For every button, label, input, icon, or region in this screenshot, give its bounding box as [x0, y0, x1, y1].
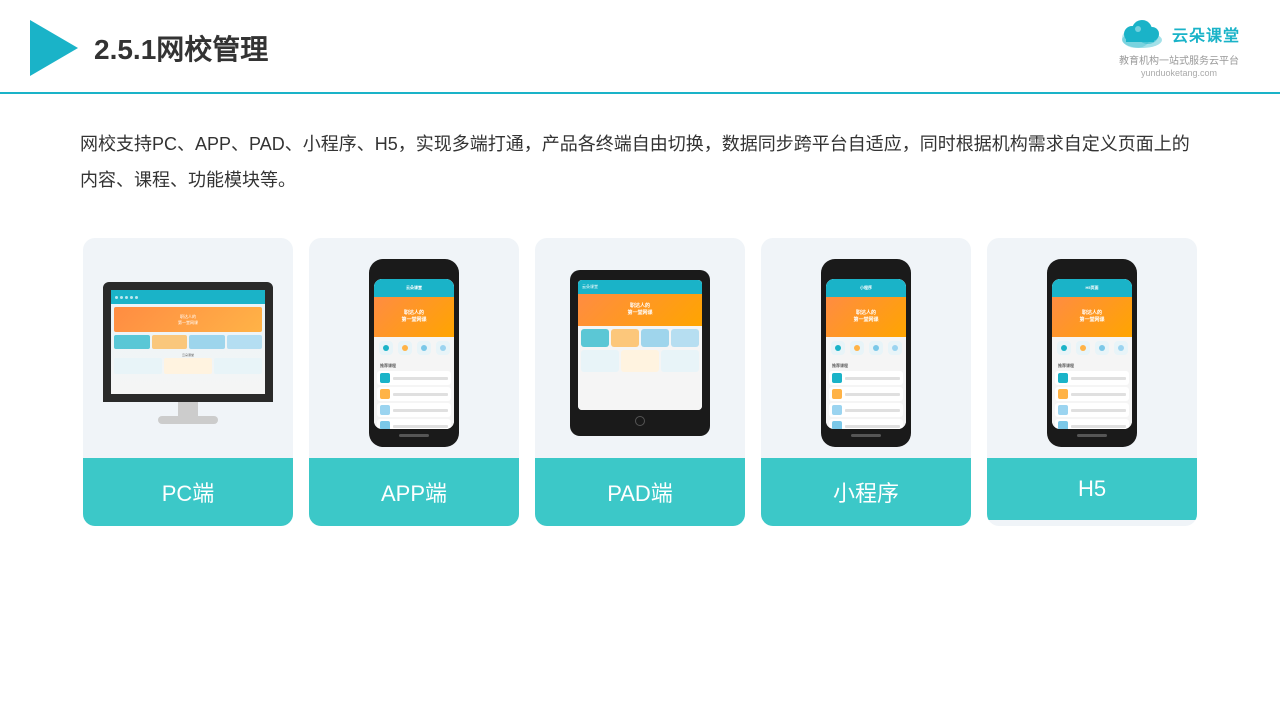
brand-name: 云朵课堂 [1172, 22, 1240, 46]
page-header: 2.5.1网校管理 云朵课堂 教育机构一站式服务云平台 yunduoketang… [0, 0, 1280, 94]
cards-container: 职达人的第一堂网课 云朵课堂 [0, 218, 1280, 556]
page-title: 2.5.1网校管理 [94, 28, 268, 68]
card-h5-label: H5 [987, 458, 1197, 520]
description-text: 网校支持PC、APP、PAD、小程序、H5，实现多端打通，产品各终端自由切换，数… [0, 94, 1280, 218]
card-miniprogram-label: 小程序 [761, 458, 971, 526]
cloud-icon [1118, 18, 1166, 50]
description-paragraph: 网校支持PC、APP、PAD、小程序、H5，实现多端打通，产品各终端自由切换，数… [80, 126, 1200, 198]
phone-mockup-app: 云朵课堂 职达人的第一堂网课 [369, 259, 459, 447]
card-pc: 职达人的第一堂网课 云朵课堂 [83, 238, 293, 526]
pc-monitor-icon: 职达人的第一堂网课 云朵课堂 [103, 282, 273, 424]
phone-mockup-miniprogram: 小程序 职达人的第一堂网课 [821, 259, 911, 447]
card-app: 云朵课堂 职达人的第一堂网课 [309, 238, 519, 526]
header-left: 2.5.1网校管理 [30, 20, 268, 76]
card-h5: H5页面 职达人的第一堂网课 [987, 238, 1197, 526]
card-pad-image: 云朵课堂 职达人的第一堂网课 [535, 238, 745, 458]
card-app-label: APP端 [309, 458, 519, 526]
brand-url: yunduoketang.com [1141, 68, 1217, 78]
card-app-image: 云朵课堂 职达人的第一堂网课 [309, 238, 519, 458]
card-pc-label: PC端 [83, 458, 293, 526]
card-pc-image: 职达人的第一堂网课 云朵课堂 [83, 238, 293, 458]
card-pad: 云朵课堂 职达人的第一堂网课 [535, 238, 745, 526]
brand-subtitle: 教育机构一站式服务云平台 [1119, 52, 1239, 67]
card-miniprogram-image: 小程序 职达人的第一堂网课 [761, 238, 971, 458]
tablet-mockup-pad: 云朵课堂 职达人的第一堂网课 [570, 270, 710, 436]
brand-cloud: 云朵课堂 [1118, 18, 1240, 50]
card-h5-image: H5页面 职达人的第一堂网课 [987, 238, 1197, 458]
card-miniprogram: 小程序 职达人的第一堂网课 [761, 238, 971, 526]
logo-triangle-icon [30, 20, 78, 76]
phone-mockup-h5: H5页面 职达人的第一堂网课 [1047, 259, 1137, 447]
card-pad-label: PAD端 [535, 458, 745, 526]
brand-logo: 云朵课堂 教育机构一站式服务云平台 yunduoketang.com [1118, 18, 1240, 78]
